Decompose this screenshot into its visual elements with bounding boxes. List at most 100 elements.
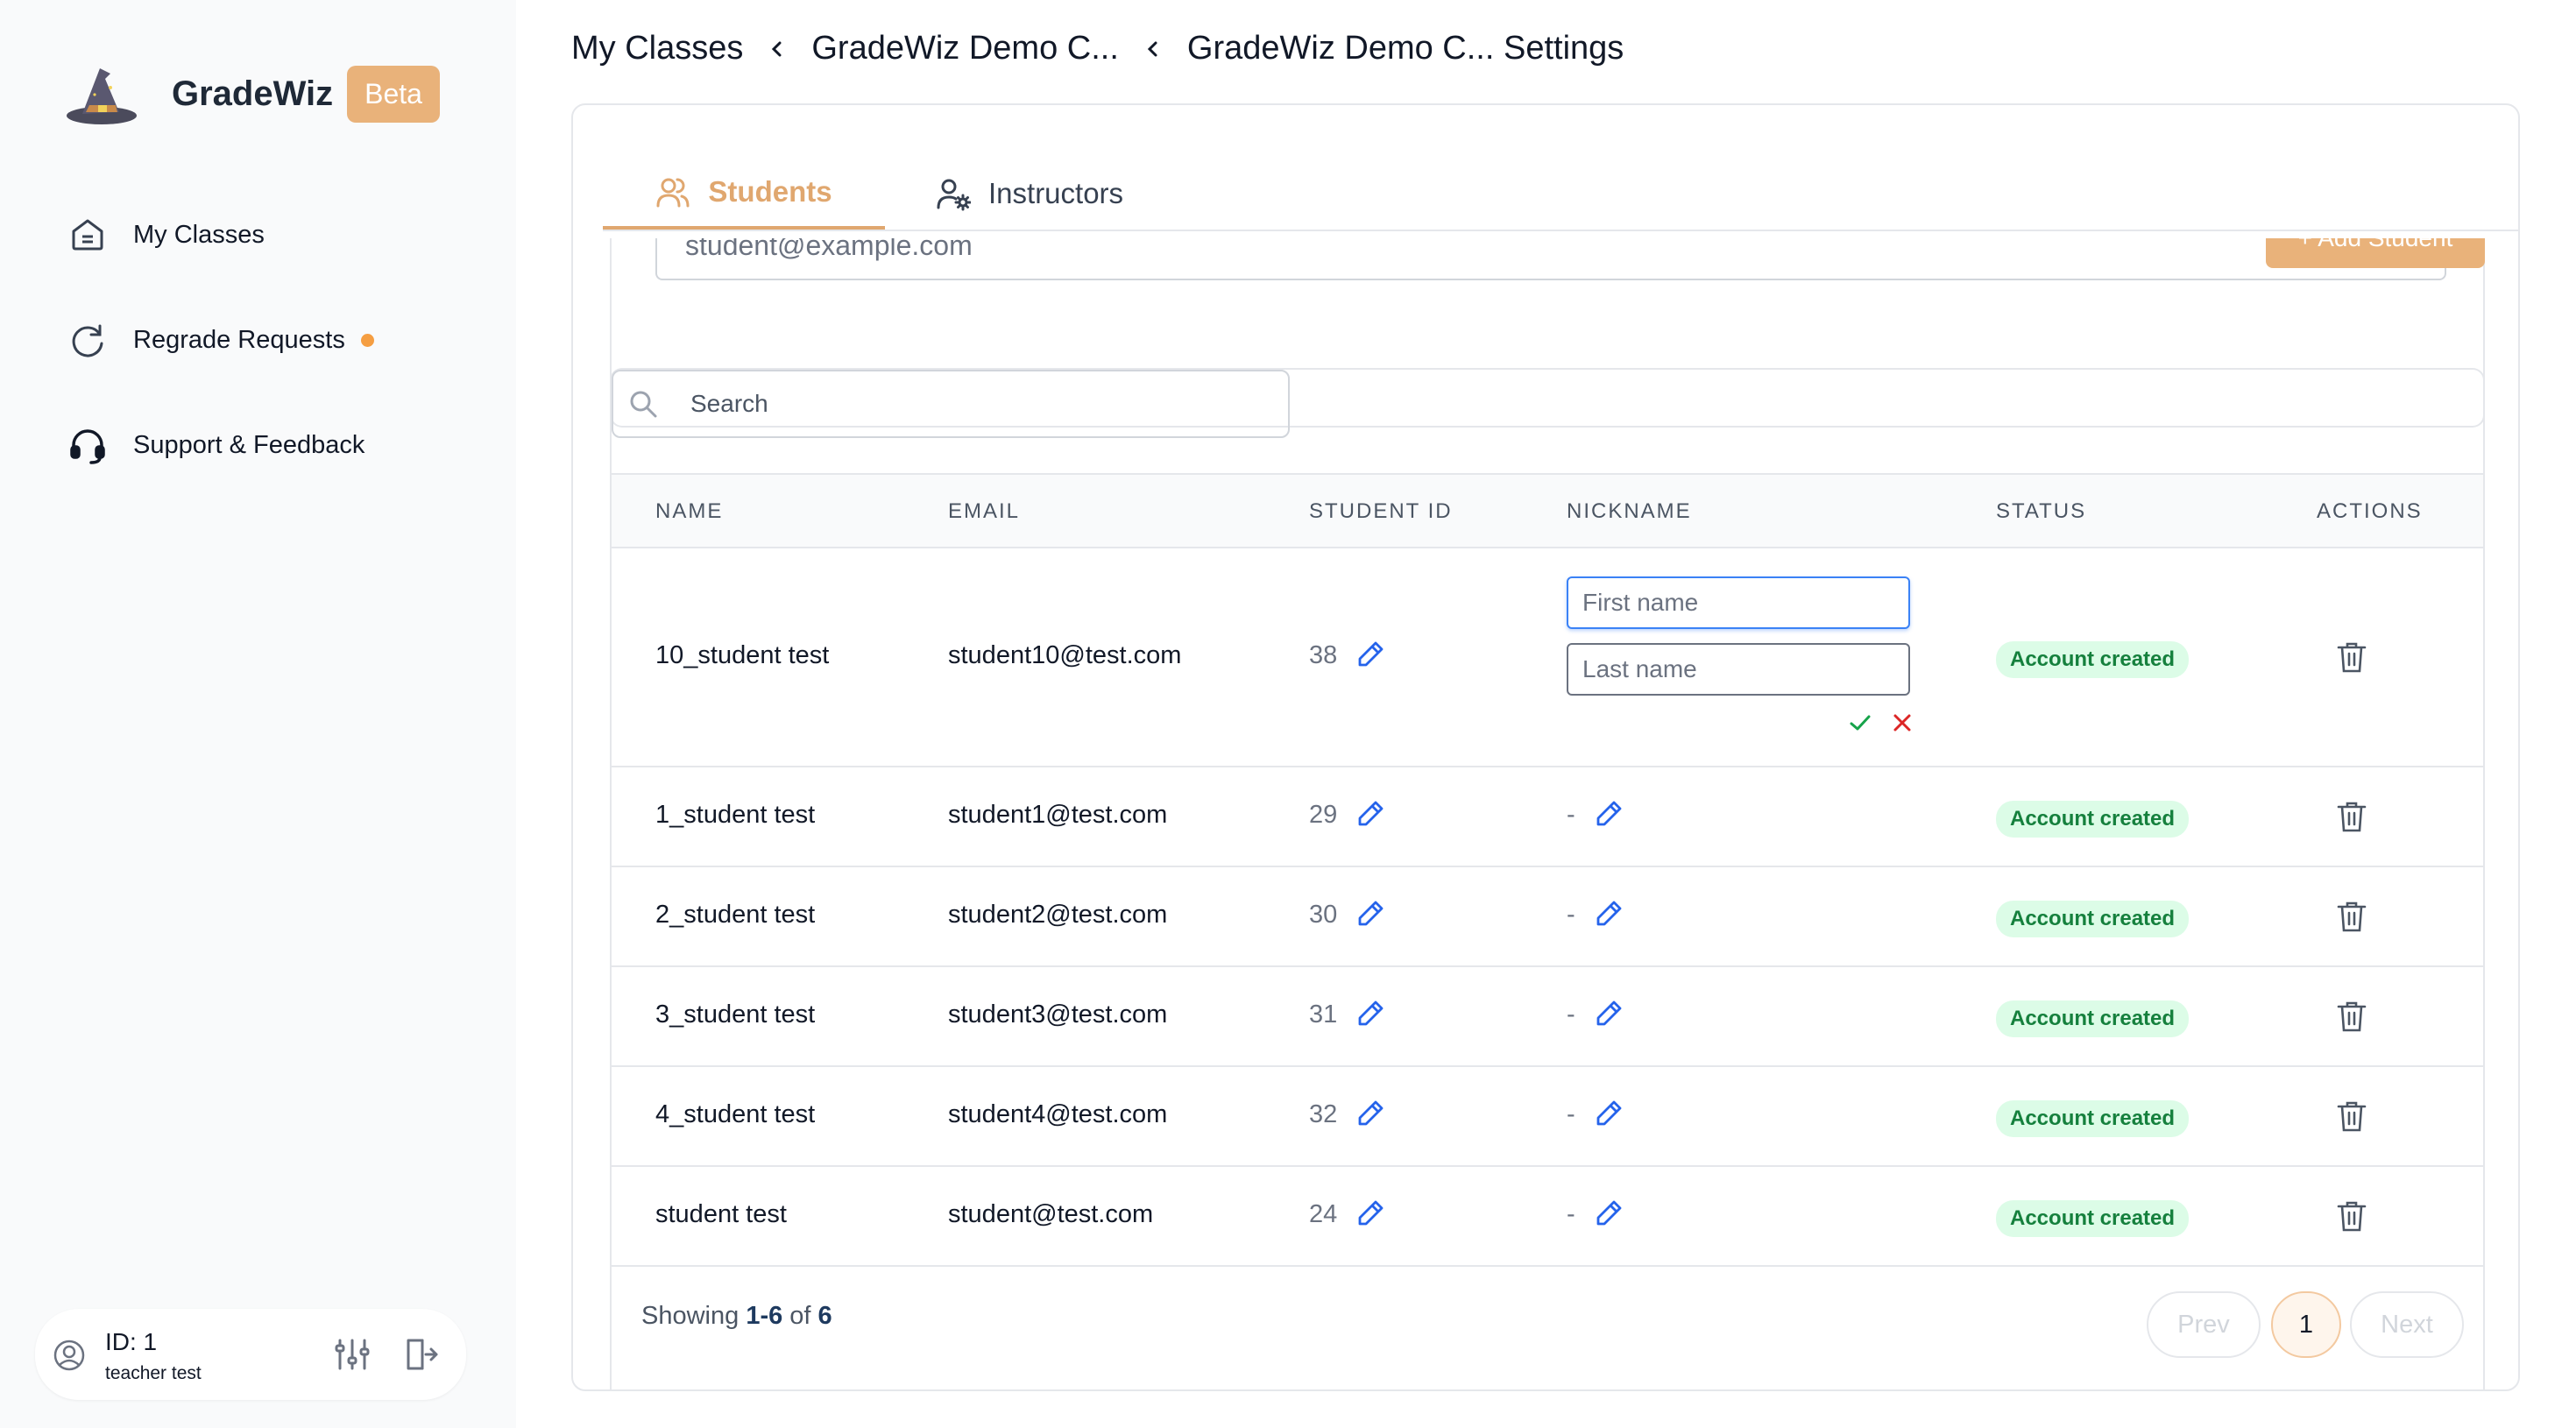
trash-icon[interactable] xyxy=(2336,640,2367,675)
student-id-cell: 31 xyxy=(1309,1000,1386,1030)
sidebar-item-regrade-requests[interactable]: Regrade Requests xyxy=(67,319,374,361)
nickname-cell: - xyxy=(1567,1100,1624,1130)
edit-pencil-icon[interactable] xyxy=(1356,639,1386,668)
student-id-cell: 38 xyxy=(1309,641,1386,671)
edit-pencil-icon[interactable] xyxy=(1356,1098,1386,1128)
column-header-status[interactable]: STATUS xyxy=(1996,499,2086,524)
headset-icon xyxy=(70,429,105,464)
edit-pencil-icon[interactable] xyxy=(1595,1098,1624,1128)
column-header-name[interactable]: NAME xyxy=(655,499,723,524)
table-header: NAME EMAIL STUDENT ID NICKNAME STATUS AC… xyxy=(612,473,2483,548)
student-name: 2_student test xyxy=(655,901,816,929)
add-student-placeholder: student@example.com xyxy=(685,238,973,261)
sidebar-item-label: My Classes xyxy=(133,220,265,249)
trash-icon[interactable] xyxy=(2336,799,2367,834)
edit-pencil-icon[interactable] xyxy=(1595,898,1624,928)
nickname-first-name-input[interactable] xyxy=(1567,576,1910,629)
status-badge: Account created xyxy=(1996,1000,2190,1037)
column-header-email[interactable]: EMAIL xyxy=(948,499,1020,524)
page-1-button[interactable]: 1 xyxy=(2271,1291,2341,1358)
tabs: Students Instructors xyxy=(603,166,2518,231)
confirm-check-icon[interactable] xyxy=(1847,710,1873,736)
nickname-cell: - xyxy=(1567,801,1624,831)
edit-pencil-icon[interactable] xyxy=(1356,798,1386,828)
sidebar-item-label: Regrade Requests xyxy=(133,325,345,354)
beta-badge: Beta xyxy=(347,65,440,123)
trash-icon[interactable] xyxy=(2336,1198,2367,1234)
settings-card: student@example.com + Add Student Studen… xyxy=(571,103,2520,1391)
table-row: 4_student test student4@test.com 32 - Ac… xyxy=(612,1067,2483,1167)
home-icon xyxy=(72,219,103,251)
sidebar: GradeWiz Beta My Classes Regrade Request… xyxy=(0,0,516,1428)
nickname: - xyxy=(1567,1100,1575,1128)
pagination-summary: Showing 1-6 of 6 xyxy=(641,1302,832,1331)
user-id: ID: 1 xyxy=(105,1328,158,1355)
sidebar-item-support-feedback[interactable]: Support & Feedback xyxy=(67,424,364,466)
add-student-email-input[interactable]: student@example.com xyxy=(655,238,2446,280)
brand[interactable]: GradeWiz Beta xyxy=(65,61,440,126)
edit-pencil-icon[interactable] xyxy=(1356,898,1386,928)
showing-total: 6 xyxy=(817,1302,832,1330)
showing-of: of xyxy=(782,1302,818,1330)
student-id-cell: 30 xyxy=(1309,901,1386,930)
edit-pencil-icon[interactable] xyxy=(1595,998,1624,1028)
brand-name: GradeWiz xyxy=(172,74,334,113)
tab-students[interactable]: Students xyxy=(603,166,885,230)
logout-icon[interactable] xyxy=(401,1335,440,1374)
trash-icon[interactable] xyxy=(2336,999,2367,1034)
nickname-cell: - xyxy=(1567,1000,1624,1030)
column-header-nickname[interactable]: NICKNAME xyxy=(1567,499,1692,524)
sidebar-item-my-classes[interactable]: My Classes xyxy=(67,214,265,256)
prev-page-button[interactable]: Prev xyxy=(2147,1291,2261,1358)
student-name: 10_student test xyxy=(655,641,830,669)
status-badge: Account created xyxy=(1996,901,2190,937)
notification-dot xyxy=(360,333,374,347)
student-email: student2@test.com xyxy=(948,901,1168,929)
status-badge: Account created xyxy=(1996,641,2190,678)
trash-icon[interactable] xyxy=(2336,1099,2367,1134)
student-id: 31 xyxy=(1309,1000,1338,1029)
student-name: 1_student test xyxy=(655,801,816,829)
table-row: 3_student test student3@test.com 31 - Ac… xyxy=(612,967,2483,1067)
showing-prefix: Showing xyxy=(641,1302,747,1330)
tab-instructors[interactable]: Instructors xyxy=(936,166,1123,230)
status-badge: Account created xyxy=(1996,1100,2190,1137)
breadcrumb-class[interactable]: GradeWiz Demo C... xyxy=(811,30,1119,67)
settings-sliders-icon[interactable] xyxy=(333,1335,372,1374)
user-cog-icon xyxy=(937,179,971,211)
cancel-x-icon[interactable] xyxy=(1889,710,1915,736)
column-header-student-id[interactable]: STUDENT ID xyxy=(1309,499,1453,524)
nickname: - xyxy=(1567,901,1575,929)
nickname-last-name-input[interactable] xyxy=(1567,643,1910,696)
showing-range: 1-6 xyxy=(746,1302,783,1330)
edit-pencil-icon[interactable] xyxy=(1356,998,1386,1028)
table-row: 1_student test student1@test.com 29 - Ac… xyxy=(612,767,2483,867)
trash-icon[interactable] xyxy=(2336,899,2367,934)
search-input[interactable] xyxy=(690,390,1216,418)
chevron-left-icon xyxy=(772,41,782,56)
student-email: student@test.com xyxy=(948,1200,1154,1228)
edit-pencil-icon[interactable] xyxy=(1595,1198,1624,1227)
next-page-button[interactable]: Next xyxy=(2350,1291,2464,1358)
edit-pencil-icon[interactable] xyxy=(1595,798,1624,828)
student-email: student3@test.com xyxy=(948,1000,1168,1029)
student-id: 38 xyxy=(1309,641,1338,669)
refresh-icon xyxy=(72,324,103,357)
breadcrumb: My Classes GradeWiz Demo C... GradeWiz D… xyxy=(571,30,1624,67)
nickname: - xyxy=(1567,1000,1575,1029)
students-table-panel: NAME EMAIL STUDENT ID NICKNAME STATUS AC… xyxy=(610,368,2485,1389)
add-student-button[interactable]: + Add Student xyxy=(2266,238,2485,268)
edit-pencil-icon[interactable] xyxy=(1356,1198,1386,1227)
student-email: student1@test.com xyxy=(948,801,1168,829)
student-name: student test xyxy=(655,1200,787,1228)
user-avatar-icon xyxy=(53,1340,85,1371)
tab-students-label: Students xyxy=(708,175,832,208)
user-card: ID: 1 teacher test xyxy=(35,1309,466,1400)
status-badge: Account created xyxy=(1996,801,2190,838)
student-id: 30 xyxy=(1309,901,1338,929)
status-badge: Account created xyxy=(1996,1200,2190,1237)
nickname-cell: - xyxy=(1567,901,1624,930)
breadcrumb-my-classes[interactable]: My Classes xyxy=(571,30,743,67)
search-icon xyxy=(630,391,657,418)
student-id: 32 xyxy=(1309,1100,1338,1128)
